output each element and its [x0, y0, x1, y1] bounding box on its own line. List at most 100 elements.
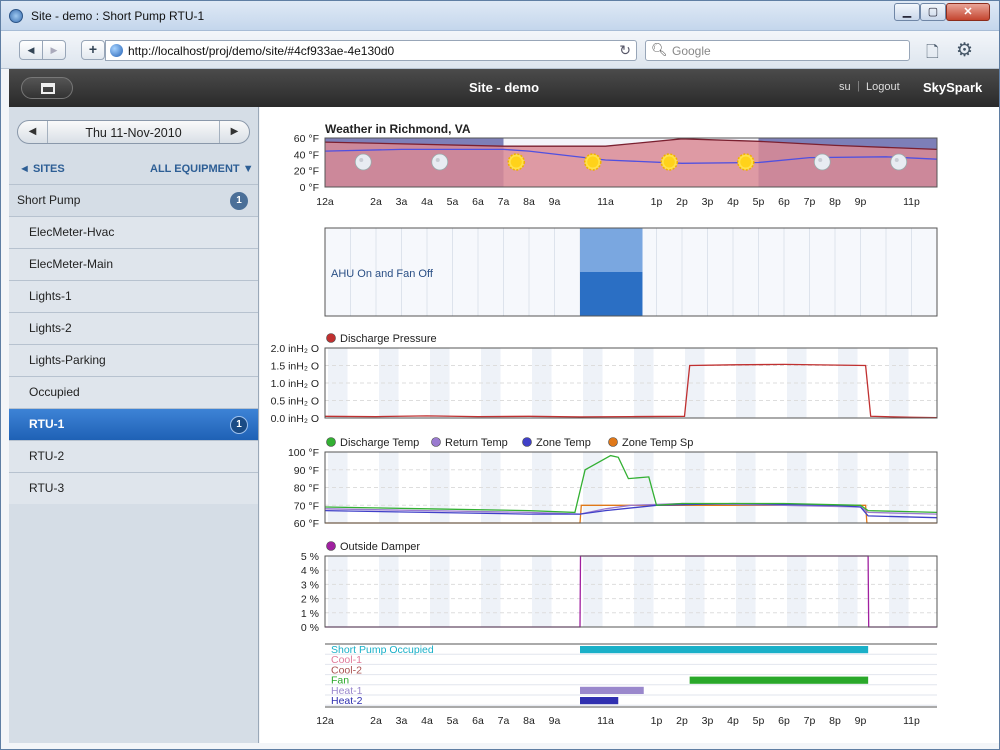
status-x-tick-label: 9p [855, 715, 867, 727]
sidebar-item-rtu-3[interactable]: RTU-3 [9, 472, 258, 504]
temp-legend-0-swatch [326, 437, 336, 447]
sun-icon-core [663, 156, 675, 168]
close-button[interactable]: ✕ [946, 3, 990, 21]
status-x-tick-label: 3p [702, 715, 714, 727]
header-separator: | [857, 80, 860, 92]
weather-x-tick-label: 7p [804, 196, 816, 208]
sidebar-item-label: Lights-2 [29, 321, 72, 335]
date-label[interactable]: Thu 11-Nov-2010 [48, 126, 219, 140]
title-bar: Site - demo : Short Pump RTU-1 ▁ ▢ ✕ [1, 1, 999, 31]
status-bar [580, 697, 619, 705]
time-band [328, 348, 348, 418]
moon-crater [818, 158, 823, 162]
weather-x-tick-label: 3a [396, 196, 408, 208]
status-x-tick-label: 11p [903, 715, 920, 727]
sites-link[interactable]: ◄ SITES [19, 163, 65, 175]
sidebar-item-label: RTU-2 [29, 449, 65, 463]
all-equipment-dropdown[interactable]: ALL EQUIPMENT ▼ [150, 163, 254, 175]
reload-icon[interactable]: ↻ [619, 42, 631, 59]
status-x-tick-label: 7p [804, 715, 816, 727]
time-band [736, 556, 756, 627]
sidebar-item-lights-parking[interactable]: Lights-Parking [9, 344, 258, 376]
sidebar-item-rtu-2[interactable]: RTU-2 [9, 440, 258, 472]
sun-icon-core [740, 156, 752, 168]
moon-crater [435, 158, 440, 162]
status-x-tick-label: 8a [523, 715, 535, 727]
sidebar-item-rtu-1[interactable]: RTU-1 1 [9, 408, 258, 440]
temp-legend-2-label: Zone Temp [536, 437, 591, 449]
time-band [481, 348, 501, 418]
sidebar-item-short-pump[interactable]: Short Pump 1 [9, 184, 258, 216]
weather-x-tick-label: 5p [753, 196, 765, 208]
address-bar[interactable]: http://localhost/proj/demo/site/#4cf933a… [105, 40, 637, 61]
y-tick-label: 0 % [301, 622, 319, 634]
weather-x-tick-label: 6p [778, 196, 790, 208]
previous-day-button[interactable]: ◀ [18, 121, 48, 143]
sun-icon-core [587, 156, 599, 168]
next-day-button[interactable]: ▶ [219, 121, 249, 143]
time-band [685, 556, 705, 627]
time-band [889, 556, 909, 627]
weather-x-tick-label: 1p [651, 196, 663, 208]
user-link[interactable]: su [839, 81, 851, 93]
status-x-tick-label: 2p [676, 715, 688, 727]
time-band [787, 556, 807, 627]
minimize-button[interactable]: ▁ [894, 3, 920, 21]
y-tick-label: 5 % [301, 551, 319, 563]
y-tick-label: 60 °F [294, 133, 319, 145]
gear-icon[interactable]: ⚙ [956, 39, 973, 62]
y-tick-label: 40 °F [294, 149, 319, 161]
status-x-tick-label: 3a [396, 715, 408, 727]
time-band [838, 556, 858, 627]
temp-legend-3-swatch [608, 437, 618, 447]
page-menu-icon[interactable]: 🗋 [926, 41, 939, 68]
status-x-tick-label: 5p [753, 715, 765, 727]
status-bar [689, 676, 869, 684]
temp-legend-1-label: Return Temp [445, 437, 508, 449]
history-charts: Weather in Richmond, VA 60 °F 40 °F 20 °F 0 … [271, 122, 938, 727]
search-input[interactable]: 🔍︎ Google [645, 40, 910, 61]
logout-link[interactable]: Logout [866, 81, 900, 93]
new-tab-button[interactable]: + [81, 40, 105, 60]
moon-icon [813, 153, 831, 171]
app-header: Site - demo su | Logout SkySpark [9, 69, 999, 107]
weather-x-tick-label: 4a [421, 196, 433, 208]
sidebar-item-lights-2[interactable]: Lights-2 [9, 312, 258, 344]
outside-damper-legend-label: Outside Damper [340, 541, 420, 553]
maximize-button[interactable]: ▢ [920, 3, 946, 21]
status-x-tick-label: 8p [829, 715, 841, 727]
sidebar-item-elecmeter-hvac[interactable]: ElecMeter-Hvac [9, 216, 258, 248]
time-band [532, 556, 552, 627]
browser-toolbar: ◀ ▶ + http://localhost/proj/demo/site/#4… [1, 31, 999, 69]
status-x-tick-label: 4p [727, 715, 739, 727]
brand-logo: SkySpark [923, 80, 983, 95]
search-placeholder: Google [672, 44, 711, 58]
sidebar-item-lights-1[interactable]: Lights-1 [9, 280, 258, 312]
sidebar-item-occupied[interactable]: Occupied [9, 376, 258, 408]
y-tick-label: 60 °F [294, 518, 319, 530]
weather-x-tick-label: 2a [370, 196, 382, 208]
moon-icon [354, 153, 372, 171]
status-x-tick-label: 9a [549, 715, 561, 727]
sidebar-item-label: Lights-Parking [29, 353, 106, 367]
sidebar-item-label: Occupied [29, 385, 80, 399]
sidebar-item-label: ElecMeter-Main [29, 257, 114, 271]
forward-button[interactable]: ▶ [42, 40, 66, 60]
sidebar-item-elecmeter-main[interactable]: ElecMeter-Main [9, 248, 258, 280]
discharge-pressure-legend-label: Discharge Pressure [340, 333, 437, 345]
status-x-tick-label: 4a [421, 715, 433, 727]
y-tick-label: 1.5 inH₂ O [271, 361, 319, 373]
weather-x-tick-label: 5a [447, 196, 459, 208]
weather-x-tick-label: 6a [472, 196, 484, 208]
weather-x-tick-label: 4p [727, 196, 739, 208]
count-badge: 1 [230, 192, 248, 210]
weather-x-tick-label: 8p [829, 196, 841, 208]
outside-damper-legend-swatch [326, 541, 336, 551]
sidebar: ◀ Thu 11-Nov-2010 ▶ ◄ SITES ALL EQUIPMEN… [9, 107, 259, 743]
weather-x-tick-label: 7a [498, 196, 510, 208]
back-button[interactable]: ◀ [19, 40, 43, 60]
time-band [328, 556, 348, 627]
status-x-tick-label: 2a [370, 715, 382, 727]
weather-x-tick-label: 8a [523, 196, 535, 208]
status-x-tick-label: 11a [597, 715, 614, 727]
